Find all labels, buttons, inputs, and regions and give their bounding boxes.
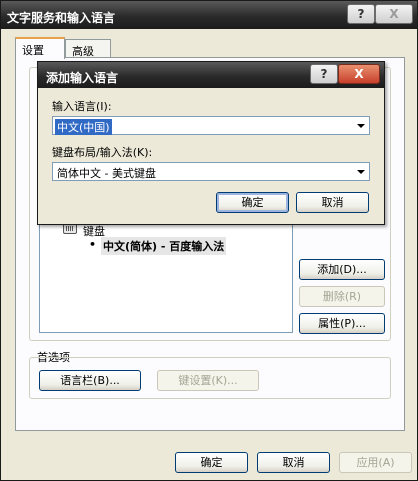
tab-advanced[interactable]: 高级 bbox=[65, 39, 111, 59]
dialog-titlebar[interactable]: 添加输入语言 ? X bbox=[38, 62, 384, 88]
dialog-close-button[interactable]: X bbox=[338, 64, 380, 84]
window-titlebar[interactable]: 文字服务和输入语言 ? X bbox=[1, 1, 417, 29]
input-language-label: 输入语言(I): bbox=[52, 100, 112, 113]
key-settings-button[interactable]: 键设置(K)... bbox=[157, 370, 259, 391]
cancel-button[interactable]: 取消 bbox=[257, 452, 330, 473]
keyboard-layout-label: 键盘布局/输入法(K): bbox=[52, 146, 153, 159]
input-language-select[interactable]: 中文(中国) bbox=[52, 116, 370, 135]
input-language-value: 中文(中国) bbox=[55, 119, 112, 135]
tree-bullet: • bbox=[89, 238, 97, 251]
help-button[interactable]: ? bbox=[347, 4, 375, 24]
keyboard-layout-select[interactable]: 简体中文 - 美式键盘 bbox=[52, 162, 370, 181]
chevron-down-icon[interactable] bbox=[357, 124, 365, 128]
chevron-down-icon[interactable] bbox=[357, 170, 365, 174]
window-title: 文字服务和输入语言 bbox=[7, 11, 116, 25]
dialog-ok-button[interactable]: 确定 bbox=[216, 192, 289, 213]
dialog-title: 添加输入语言 bbox=[46, 71, 119, 85]
close-button[interactable]: X bbox=[375, 4, 413, 24]
language-bar-button[interactable]: 语言栏(B)... bbox=[39, 370, 141, 391]
add-input-language-dialog: 添加输入语言 ? X 输入语言(I): 中文(中国) 键盘布局/输入法(K): … bbox=[37, 61, 385, 225]
dialog-cancel-button[interactable]: 取消 bbox=[296, 192, 369, 213]
dialog-help-button[interactable]: ? bbox=[310, 64, 338, 84]
tab-settings[interactable]: 设置 bbox=[15, 37, 65, 59]
text-services-window: 文字服务和输入语言 ? X 设置 高级 键盘 • 中文(简体) - 百度输入法 … bbox=[0, 0, 418, 481]
remove-button[interactable]: 删除(R) bbox=[299, 286, 385, 307]
tree-item-baidu-ime[interactable]: 中文(简体) - 百度输入法 bbox=[101, 237, 227, 255]
apply-button[interactable]: 应用(A) bbox=[339, 452, 412, 473]
add-button[interactable]: 添加(D)... bbox=[299, 259, 385, 280]
keyboard-layout-value: 简体中文 - 美式键盘 bbox=[57, 167, 156, 180]
ok-button[interactable]: 确定 bbox=[175, 452, 248, 473]
properties-button[interactable]: 属性(P)... bbox=[299, 313, 385, 334]
